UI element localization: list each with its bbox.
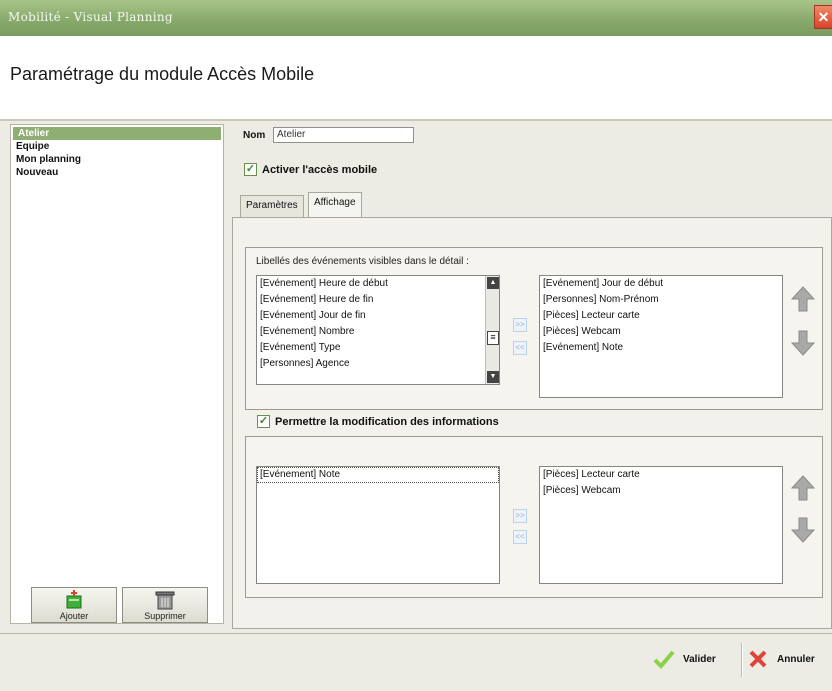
list-item[interactable]: [Evénement] Nombre <box>257 324 499 340</box>
module-list: Atelier Equipe Mon planning Nouveau <box>11 127 223 179</box>
move-down-icon[interactable] <box>791 517 815 543</box>
modifiable-available-list[interactable]: [Evénement] Note <box>256 466 500 584</box>
enable-mobile-label: Activer l'accès mobile <box>262 164 378 176</box>
delete-module-label: Supprimer <box>144 611 186 621</box>
module-list-panel: Atelier Equipe Mon planning Nouveau Ajou… <box>10 124 224 624</box>
name-input[interactable]: Atelier <box>273 127 414 143</box>
allow-modification-label: Permettre la modification des informatio… <box>275 416 499 428</box>
module-item-equipe[interactable]: Equipe <box>11 140 223 153</box>
tab-affichage-label: Affichage <box>314 197 356 208</box>
tab-parametres[interactable]: Paramètres <box>240 195 304 217</box>
list-item[interactable]: [Pièces] Lecteur carte <box>540 467 782 483</box>
list-item[interactable]: [Evénement] Type <box>257 340 499 356</box>
scroll-down-icon[interactable]: ▼ <box>487 371 499 383</box>
cancel-icon <box>749 650 767 668</box>
delete-module-button[interactable]: Supprimer <box>122 587 208 623</box>
move-up-icon[interactable] <box>791 475 815 501</box>
module-item-mon-planning[interactable]: Mon planning <box>11 153 223 166</box>
scroll-thumb[interactable]: ≡ <box>487 331 499 345</box>
module-item-atelier[interactable]: Atelier <box>13 127 221 140</box>
move-up-icon[interactable] <box>791 286 815 312</box>
close-icon: ✕ <box>817 9 830 25</box>
remove-modifiable-button[interactable]: << <box>513 530 527 544</box>
trash-icon <box>155 591 175 610</box>
footer: Valider Annuler <box>0 634 832 691</box>
visible-labels-group: Libellés des événements visibles dans le… <box>245 247 823 410</box>
tab-affichage[interactable]: Affichage <box>308 192 362 217</box>
modification-group: [Evénement] Note >> << [Pièces] Lecteur … <box>245 436 823 598</box>
visible-labels-title: Libellés des événements visibles dans le… <box>256 256 469 267</box>
list-item[interactable]: [Personnes] Agence <box>257 356 499 372</box>
window-title: Mobilité - Visual Planning <box>8 10 173 24</box>
tab-parametres-label: Paramètres <box>246 200 298 211</box>
add-modifiable-button[interactable]: >> <box>513 509 527 523</box>
list-item[interactable]: [Pièces] Webcam <box>540 324 782 340</box>
title-bar: Mobilité - Visual Planning ✕ <box>0 0 832 36</box>
header: Paramétrage du module Accès Mobile <box>0 36 832 120</box>
name-label: Nom <box>243 130 266 141</box>
list-item[interactable]: [Evénement] Heure de fin <box>257 292 499 308</box>
list-item[interactable]: [Evénement] Heure de début <box>257 276 499 292</box>
validate-label: Valider <box>683 653 716 665</box>
selected-labels-list[interactable]: [Evénement] Jour de début [Personnes] No… <box>539 275 783 398</box>
add-label-button[interactable]: >> <box>513 318 527 332</box>
module-settings: Nom Atelier ✓ Activer l'accès mobile Par… <box>232 124 832 629</box>
modifiable-selected-list[interactable]: [Pièces] Lecteur carte [Pièces] Webcam <box>539 466 783 584</box>
enable-mobile-checkbox[interactable]: ✓ <box>244 163 257 176</box>
cancel-label: Annuler <box>777 653 815 665</box>
close-button[interactable]: ✕ <box>814 5 832 29</box>
list-item[interactable]: [Pièces] Lecteur carte <box>540 308 782 324</box>
remove-label-button[interactable]: << <box>513 341 527 355</box>
list-item[interactable]: [Evénement] Note <box>540 340 782 356</box>
checkmark-icon <box>653 650 675 669</box>
cancel-button[interactable]: Annuler <box>747 643 815 675</box>
move-down-icon[interactable] <box>791 330 815 356</box>
add-module-label: Ajouter <box>59 611 89 621</box>
add-module-button[interactable]: Ajouter <box>31 587 117 623</box>
validate-button[interactable]: Valider <box>653 643 716 675</box>
list-item[interactable]: [Evénement] Jour de fin <box>257 308 499 324</box>
list-item[interactable]: [Pièces] Webcam <box>540 483 782 499</box>
allow-modification-checkbox[interactable]: ✓ <box>257 415 270 428</box>
list-item[interactable]: [Evénement] Note <box>257 467 499 483</box>
scroll-up-icon[interactable]: ▲ <box>487 277 499 289</box>
scrollbar[interactable]: ▲ ≡ ▼ <box>485 276 499 384</box>
add-icon <box>66 590 82 609</box>
list-item[interactable]: [Evénement] Jour de début <box>540 276 782 292</box>
affichage-panel: Libellés des événements visibles dans le… <box>232 217 832 629</box>
list-item[interactable]: [Personnes] Nom-Prénom <box>540 292 782 308</box>
module-item-nouveau[interactable]: Nouveau <box>11 166 223 179</box>
page-title: Paramétrage du module Accès Mobile <box>10 64 315 84</box>
available-labels-list[interactable]: [Evénement] Heure de début [Evénement] H… <box>256 275 500 385</box>
footer-separator <box>741 643 743 677</box>
